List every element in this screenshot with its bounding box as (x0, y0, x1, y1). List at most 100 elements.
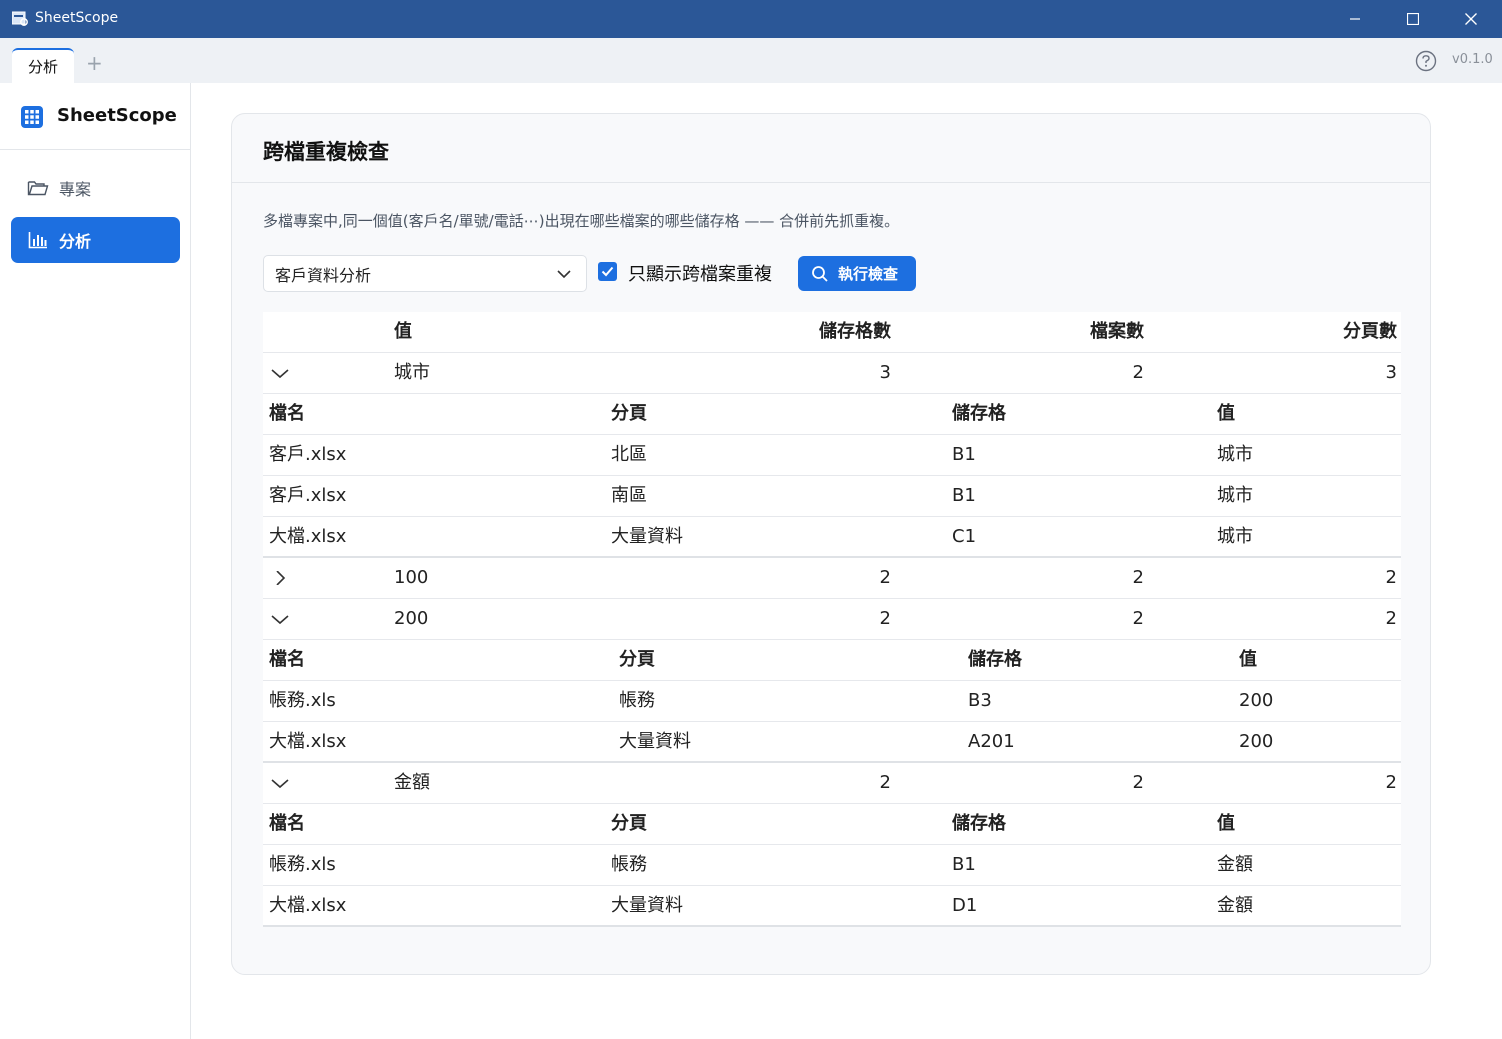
sub-table-header: 檔名 分頁 儲存格 值 (263, 804, 1401, 845)
cross-file-only-checkbox[interactable] (598, 262, 617, 281)
group-value: 100 (394, 567, 429, 588)
check-icon (601, 266, 614, 277)
minimize-icon (1350, 18, 1360, 20)
group-file-count: 2 (1132, 772, 1144, 793)
cell-sheet: 大量資料 (619, 731, 691, 752)
cross-file-only-label[interactable]: 只顯示跨檔案重複 (628, 260, 772, 286)
group-sheet-count: 2 (1385, 772, 1397, 793)
sub-header-filename: 檔名 (269, 403, 305, 424)
maximize-button[interactable] (1384, 0, 1442, 38)
cell-address: B1 (952, 444, 976, 465)
cell-filename: 客戶.xlsx (269, 485, 347, 506)
minimize-button[interactable] (1326, 0, 1384, 38)
run-check-button[interactable]: 執行檢查 (798, 256, 916, 291)
folder-icon (27, 177, 49, 199)
group-file-count: 2 (1132, 567, 1144, 588)
cell-filename: 帳務.xls (269, 690, 336, 711)
sub-table-row: 帳務.xls 帳務 B3 200 (263, 681, 1401, 722)
close-icon (1465, 13, 1477, 25)
window-titlebar: SheetScope (0, 0, 1502, 38)
group-value: 200 (394, 608, 429, 629)
column-header-value[interactable]: 值 (394, 312, 412, 352)
sub-table-row: 帳務.xls 帳務 B1 金額 (263, 845, 1401, 886)
grid-icon (21, 106, 43, 128)
table-row[interactable]: 城市 3 2 3 (263, 353, 1401, 394)
sidebar-brand: SheetScope (0, 83, 190, 150)
sub-table-row: 大檔.xlsx 大量資料 C1 城市 (263, 517, 1401, 558)
column-header-cell-count[interactable]: 儲存格數 (819, 312, 891, 352)
sidebar-item-projects[interactable]: 專案 (11, 165, 180, 211)
cell-value: 200 (1239, 731, 1274, 752)
app-icon (12, 11, 28, 26)
cell-value: 金額 (1217, 895, 1253, 916)
table-header: 值 儲存格數 檔案數 分頁數 (263, 312, 1401, 353)
cell-address: B1 (952, 485, 976, 506)
cell-value: 200 (1239, 690, 1274, 711)
sidebar: SheetScope 專案 分析 (0, 83, 191, 1039)
analysis-select[interactable]: 客戶資料分析 (263, 255, 587, 292)
sub-header-cell: 儲存格 (952, 813, 1006, 834)
search-icon (812, 265, 828, 282)
column-header-file-count[interactable]: 檔案數 (1090, 312, 1144, 352)
sub-header-filename: 檔名 (269, 813, 305, 834)
chevron-down-icon[interactable] (271, 612, 289, 626)
bar-chart-icon (27, 229, 49, 251)
sub-header-cell: 儲存格 (968, 649, 1022, 670)
sub-table-header: 檔名 分頁 儲存格 值 (263, 394, 1401, 435)
cell-sheet: 大量資料 (611, 526, 683, 547)
group-sheet-count: 2 (1385, 608, 1397, 629)
help-icon[interactable] (1415, 50, 1437, 72)
sub-header-value: 值 (1217, 403, 1235, 424)
sidebar-item-label: 分析 (59, 232, 92, 251)
table-row[interactable]: 金額 2 2 2 (263, 763, 1401, 804)
divider (232, 182, 1430, 183)
sidebar-item-analysis[interactable]: 分析 (11, 217, 180, 263)
group-file-count: 2 (1132, 362, 1144, 383)
cell-value: 城市 (1217, 444, 1253, 465)
cell-filename: 大檔.xlsx (269, 731, 347, 752)
sub-header-value: 值 (1217, 813, 1235, 834)
sub-header-sheet: 分頁 (611, 403, 647, 424)
sub-table-row: 客戶.xlsx 北區 B1 城市 (263, 435, 1401, 476)
cell-filename: 帳務.xls (269, 854, 336, 875)
group-file-count: 2 (1132, 608, 1144, 629)
chevron-right-icon[interactable] (271, 571, 289, 585)
chevron-down-icon[interactable] (271, 366, 289, 380)
cell-address: B3 (968, 690, 992, 711)
cell-sheet: 大量資料 (611, 895, 683, 916)
brand-name: SheetScope (57, 105, 177, 126)
cell-filename: 大檔.xlsx (269, 895, 347, 916)
cell-value: 城市 (1217, 485, 1253, 506)
cell-address: C1 (952, 526, 977, 547)
sub-header-sheet: 分頁 (611, 813, 647, 834)
sub-header-sheet: 分頁 (619, 649, 655, 670)
sub-header-filename: 檔名 (269, 649, 305, 670)
sub-table-row: 大檔.xlsx 大量資料 A201 200 (263, 722, 1401, 763)
cell-sheet: 帳務 (619, 690, 655, 711)
page-title: 跨檔重複檢查 (263, 140, 389, 164)
cell-value: 城市 (1217, 526, 1253, 547)
column-header-sheet-count[interactable]: 分頁數 (1343, 312, 1397, 352)
group-sheet-count: 3 (1385, 362, 1397, 383)
chevron-down-icon (557, 270, 571, 279)
add-tab-button[interactable]: + (86, 53, 103, 73)
group-value: 金額 (394, 772, 430, 793)
cell-sheet: 帳務 (611, 854, 647, 875)
table-row[interactable]: 100 2 2 2 (263, 558, 1401, 599)
close-button[interactable] (1442, 0, 1500, 38)
cell-address: A201 (968, 731, 1015, 752)
run-check-label: 執行檢查 (838, 265, 899, 283)
analysis-select-value: 客戶資料分析 (275, 265, 372, 285)
cell-sheet: 北區 (611, 444, 647, 465)
sub-table-row: 大檔.xlsx 大量資料 D1 金額 (263, 886, 1401, 927)
maximize-icon (1407, 13, 1419, 25)
cell-address: B1 (952, 854, 976, 875)
tab-bar: 分析 + (0, 38, 1502, 83)
tab-analysis[interactable]: 分析 (12, 48, 74, 83)
sub-header-value: 值 (1239, 649, 1257, 670)
group-cell-count: 2 (879, 772, 891, 793)
table-row[interactable]: 200 2 2 2 (263, 599, 1401, 640)
chevron-down-icon[interactable] (271, 776, 289, 790)
cell-filename: 客戶.xlsx (269, 444, 347, 465)
version-label: v0.1.0 (1452, 52, 1493, 67)
